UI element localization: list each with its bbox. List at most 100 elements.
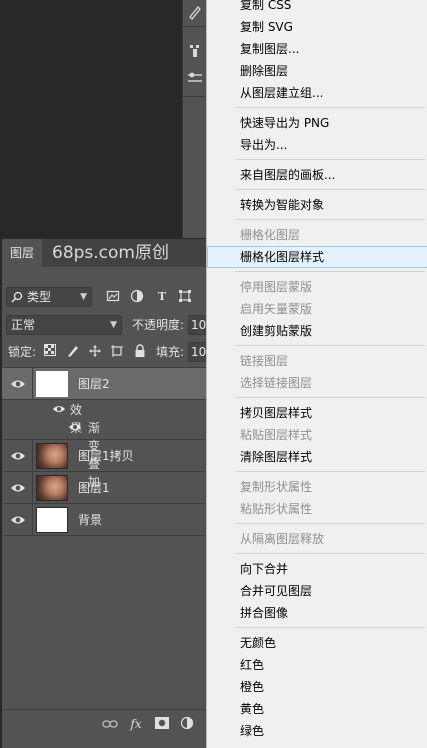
layer-name[interactable]: 图层2 — [78, 375, 110, 393]
menu-item[interactable]: 粘贴图层样式 — [207, 424, 427, 446]
filter-type-icon[interactable]: T — [154, 289, 170, 305]
menu-item[interactable]: 删除图层 — [207, 60, 427, 82]
document-canvas[interactable] — [0, 0, 182, 240]
blend-mode-dropdown[interactable]: 正常 ▼ — [6, 315, 122, 335]
eye-icon[interactable] — [52, 402, 66, 416]
menu-item[interactable]: 从图层建立组... — [207, 82, 427, 104]
layer-thumbnail[interactable] — [36, 475, 68, 501]
filter-pixel-icon[interactable] — [106, 289, 122, 305]
menu-item[interactable]: 导出为... — [207, 134, 427, 156]
fill-label: 填充: — [156, 345, 185, 359]
blend-mode-value: 正常 — [11, 318, 36, 332]
menu-item[interactable]: 启用矢量蒙版 — [207, 298, 427, 320]
menu-item[interactable]: 合并可见图层 — [207, 580, 427, 602]
eye-icon[interactable] — [10, 448, 26, 464]
tool-divider — [183, 96, 207, 97]
lock-artboard-icon[interactable] — [110, 344, 126, 360]
menu-item[interactable]: 转换为智能对象 — [207, 194, 427, 216]
menu-item[interactable]: 创建剪贴蒙版 — [207, 320, 427, 342]
menu-item[interactable]: 复制 CSS — [207, 0, 427, 16]
layer-effects-group: 效果 渐变叠加 — [2, 400, 206, 489]
chevron-down-icon: ▼ — [80, 292, 87, 302]
layer-row[interactable]: 图层1 — [2, 472, 206, 504]
lock-transparent-pixels-icon[interactable] — [44, 344, 60, 360]
search-icon — [11, 291, 23, 303]
eye-icon[interactable] — [68, 420, 82, 434]
menu-separator — [235, 523, 425, 524]
lock-all-icon[interactable] — [134, 344, 150, 360]
menu-separator — [235, 189, 425, 190]
menu-item[interactable]: 栅格化图层 — [207, 224, 427, 246]
layer-thumbnail[interactable] — [36, 443, 68, 469]
layer-thumbnail[interactable] — [36, 507, 68, 533]
brush-settings-icon[interactable] — [187, 42, 203, 58]
menu-item[interactable]: 复制 SVG — [207, 16, 427, 38]
menu-separator — [235, 471, 425, 472]
layer-name[interactable]: 图层1 — [78, 479, 110, 497]
menu-item[interactable]: 红色 — [207, 654, 427, 676]
menu-separator — [235, 397, 425, 398]
eye-column-divider — [32, 368, 33, 400]
opacity-label: 不透明度: — [132, 318, 185, 332]
layers-panel: 图层 68ps.com原创 类型 ▼ T 正常 ▼ 不透明度: 100 锁 — [2, 238, 210, 748]
menu-item[interactable]: 向下合并 — [207, 558, 427, 580]
new-adjustment-layer-icon[interactable] — [180, 716, 196, 732]
layer-thumbnail[interactable] — [36, 371, 68, 397]
layer-style-fx-icon[interactable]: fx — [128, 716, 144, 732]
menu-item[interactable]: 栅格化图层样式 — [207, 246, 427, 268]
adjust-slider-icon[interactable] — [187, 70, 203, 86]
menu-separator — [235, 345, 425, 346]
menu-item[interactable]: 从隔离图层释放 — [207, 528, 427, 550]
layer-name[interactable]: 图层1拷贝 — [78, 447, 134, 465]
link-layers-icon[interactable] — [102, 716, 118, 732]
panel-tab-bar: 图层 68ps.com原创 — [2, 239, 206, 267]
lock-position-icon[interactable] — [88, 344, 104, 360]
menu-item[interactable]: 快速导出为 PNG — [207, 112, 427, 134]
menu-separator — [235, 627, 425, 628]
tab-layers[interactable]: 图层 — [2, 239, 42, 267]
menu-item[interactable]: 清除图层样式 — [207, 446, 427, 468]
layer-row[interactable]: 图层1拷贝 — [2, 440, 206, 472]
eye-icon[interactable] — [10, 376, 26, 392]
menu-item[interactable]: 选择链接图层 — [207, 372, 427, 394]
filter-kind-label: 类型 — [27, 290, 52, 304]
lock-image-pixels-icon[interactable] — [66, 344, 82, 360]
layer-row[interactable]: 图层2 — [2, 368, 206, 400]
menu-separator — [235, 219, 425, 220]
watermark-text: 68ps.com原创 — [52, 243, 169, 263]
chevron-down-icon: ▼ — [110, 320, 117, 330]
add-mask-icon[interactable] — [154, 716, 170, 732]
eye-icon[interactable] — [10, 512, 26, 528]
menu-item[interactable]: 无颜色 — [207, 632, 427, 654]
filter-shape-icon[interactable] — [178, 289, 194, 305]
menu-item[interactable]: 停用图层蒙版 — [207, 276, 427, 298]
menu-separator — [235, 107, 425, 108]
screen: { "watermark": "68ps.com原创", "layers_pan… — [0, 0, 427, 748]
layer-filter-dropdown[interactable]: 类型 ▼ — [6, 287, 92, 307]
layers-panel-footer: fx — [2, 709, 206, 748]
layer-row[interactable]: 背景 — [2, 504, 206, 536]
menu-item[interactable]: 拼合图像 — [207, 602, 427, 624]
menu-item[interactable]: 来自图层的画板... — [207, 164, 427, 186]
menu-separator — [235, 271, 425, 272]
menu-item[interactable]: 绿色 — [207, 720, 427, 742]
menu-item[interactable]: 复制形状属性 — [207, 476, 427, 498]
menu-item[interactable]: 拷贝图层样式 — [207, 402, 427, 424]
menu-item[interactable]: 复制图层... — [207, 38, 427, 60]
layers-list: 图层2 效果 渐变叠加 — [2, 367, 206, 709]
eye-column-divider — [32, 440, 33, 472]
eye-column-divider — [32, 504, 33, 536]
eye-column-divider — [32, 472, 33, 504]
menu-separator — [235, 553, 425, 554]
menu-separator — [235, 159, 425, 160]
lock-label: 锁定: — [8, 345, 37, 359]
menu-item[interactable]: 黄色 — [207, 698, 427, 720]
menu-item[interactable]: 粘贴形状属性 — [207, 498, 427, 520]
filter-adjustment-icon[interactable] — [130, 289, 146, 305]
tool-divider — [183, 26, 207, 27]
brush-icon[interactable] — [187, 4, 203, 20]
layer-name[interactable]: 背景 — [78, 511, 102, 529]
menu-item[interactable]: 链接图层 — [207, 350, 427, 372]
menu-item[interactable]: 橙色 — [207, 676, 427, 698]
eye-icon[interactable] — [10, 480, 26, 496]
